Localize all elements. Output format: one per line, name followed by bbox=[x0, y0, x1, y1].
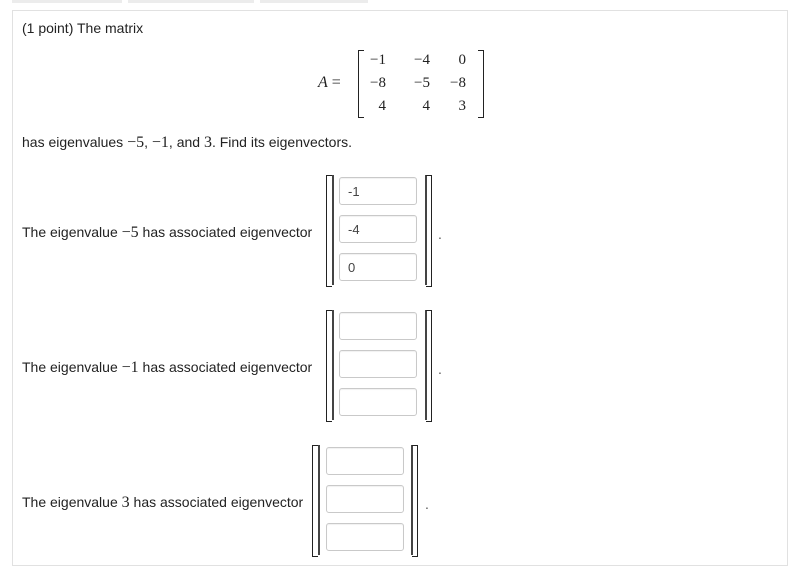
matrix-cell: 4 bbox=[422, 98, 431, 114]
matrix-cell: −1 bbox=[370, 52, 386, 68]
label-text: has associated eigenvector bbox=[129, 494, 304, 510]
vector-left-bar bbox=[332, 175, 334, 285]
eigenvalue-math: −1 bbox=[121, 359, 139, 376]
eigenvector-1-entry-2[interactable] bbox=[339, 215, 417, 243]
vector-left-bar bbox=[318, 445, 320, 555]
problem-header: (1 point) The matrix bbox=[22, 20, 144, 36]
eigenvalue-math: −1 bbox=[151, 134, 169, 151]
vector-right-bracket bbox=[412, 445, 418, 557]
tab-strip-left bbox=[12, 0, 122, 3]
label-text: The eigenvalue bbox=[22, 224, 122, 240]
eigenvector-label: The eigenvalue −1 has associated eigenve… bbox=[22, 359, 312, 377]
matrix-cell: −8 bbox=[370, 75, 386, 91]
vector-right-bracket bbox=[426, 310, 432, 422]
eigenvector-2-entry-1[interactable] bbox=[339, 312, 417, 340]
label-text: The eigenvalue bbox=[22, 494, 122, 510]
equals-sign: = bbox=[331, 74, 341, 91]
eigenvector-1-entry-3[interactable] bbox=[339, 253, 417, 281]
sentence-text: , bbox=[144, 134, 152, 150]
eigenvector-3-entry-3[interactable] bbox=[326, 523, 404, 551]
eigenvalue-math: 3 bbox=[121, 494, 130, 511]
tab-strip-right bbox=[260, 0, 368, 3]
eigenvector-2-entry-2[interactable] bbox=[339, 350, 417, 378]
eigenvector-label: The eigenvalue 3 has associated eigenvec… bbox=[22, 494, 303, 512]
matrix-cell: −4 bbox=[414, 52, 430, 68]
matrix-right-bracket bbox=[478, 50, 484, 118]
eigenvector-1-entry-1[interactable] bbox=[339, 177, 417, 205]
label-text: The eigenvalue bbox=[22, 359, 122, 375]
matrix-cell: 0 bbox=[458, 52, 467, 68]
matrix-cell: −5 bbox=[414, 75, 430, 91]
trailing-period: . bbox=[425, 496, 429, 512]
matrix-cell: 3 bbox=[458, 98, 467, 114]
label-text: has associated eigenvector bbox=[138, 359, 313, 375]
trailing-period: . bbox=[438, 361, 442, 377]
matrix-cell: −8 bbox=[450, 75, 466, 91]
eigenvalue-math: −5 bbox=[127, 134, 145, 151]
trailing-period: . bbox=[438, 226, 442, 242]
eigenvalues-sentence: has eigenvalues −5, −1, and 3. Find its … bbox=[22, 134, 352, 152]
sentence-text: has eigenvalues bbox=[22, 134, 128, 150]
eigenvalue-math: −5 bbox=[121, 224, 139, 241]
eigenvalue-math: 3 bbox=[203, 134, 212, 151]
eigenvector-3-entry-2[interactable] bbox=[326, 485, 404, 513]
sentence-text: . Find its eigenvectors. bbox=[211, 134, 353, 150]
sentence-text: , and bbox=[168, 134, 204, 150]
label-text: has associated eigenvector bbox=[138, 224, 313, 240]
vector-left-bar bbox=[332, 310, 334, 420]
tab-strip-mid bbox=[128, 0, 254, 3]
matrix-variable: A bbox=[318, 74, 328, 91]
eigenvector-label: The eigenvalue −5 has associated eigenve… bbox=[22, 224, 312, 242]
matrix-cell: 4 bbox=[378, 98, 387, 114]
eigenvector-3-entry-1[interactable] bbox=[326, 447, 404, 475]
eigenvector-2-entry-3[interactable] bbox=[339, 388, 417, 416]
vector-right-bracket bbox=[426, 175, 432, 287]
matrix-equation: A = bbox=[318, 74, 341, 92]
problem-panel bbox=[12, 10, 788, 566]
